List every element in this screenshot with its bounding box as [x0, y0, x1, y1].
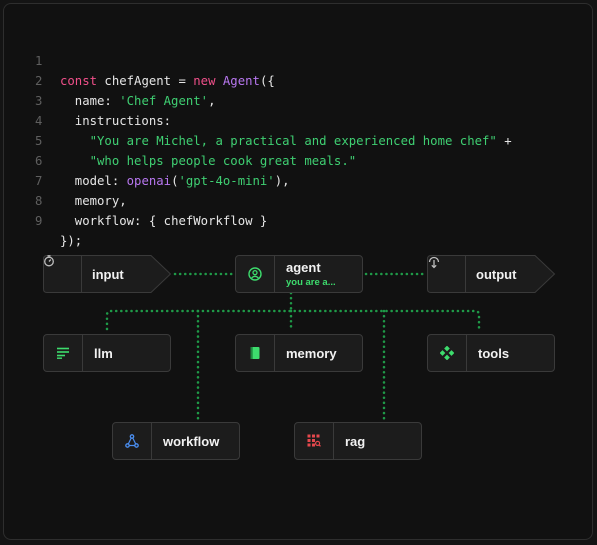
branch-icon	[113, 423, 152, 459]
node-rag[interactable]: rag	[294, 422, 422, 460]
node-agent[interactable]: agent you are a...	[235, 255, 363, 293]
user-circle-icon	[236, 256, 275, 292]
node-rag-label: rag	[345, 433, 366, 449]
export-icon	[427, 255, 465, 293]
node-agent-label: agent	[286, 260, 321, 275]
node-output[interactable]: output	[427, 255, 556, 293]
panel-frame: 1 const chefAgent = new Agent({ 2 name: …	[3, 3, 593, 540]
node-llm[interactable]: llm	[43, 334, 171, 372]
node-memory-label: memory	[286, 345, 337, 361]
node-tools-label: tools	[478, 345, 510, 361]
stopwatch-icon	[43, 255, 81, 293]
text-lines-icon	[44, 335, 83, 371]
node-agent-sublabel: you are a...	[286, 277, 336, 288]
book-icon	[236, 335, 275, 371]
agent-diagram: input agent you are a... output llm memo…	[4, 4, 594, 541]
connector-bus	[105, 309, 481, 331]
node-llm-label: llm	[94, 345, 113, 361]
grid-dots-icon	[428, 335, 467, 371]
node-input[interactable]: input	[43, 255, 172, 293]
grid-search-icon	[295, 423, 334, 459]
node-workflow-label: workflow	[163, 433, 220, 449]
node-memory[interactable]: memory	[235, 334, 363, 372]
node-workflow[interactable]: workflow	[112, 422, 240, 460]
node-tools[interactable]: tools	[427, 334, 555, 372]
node-output-label: output	[476, 266, 517, 282]
node-input-label: input	[92, 266, 124, 282]
